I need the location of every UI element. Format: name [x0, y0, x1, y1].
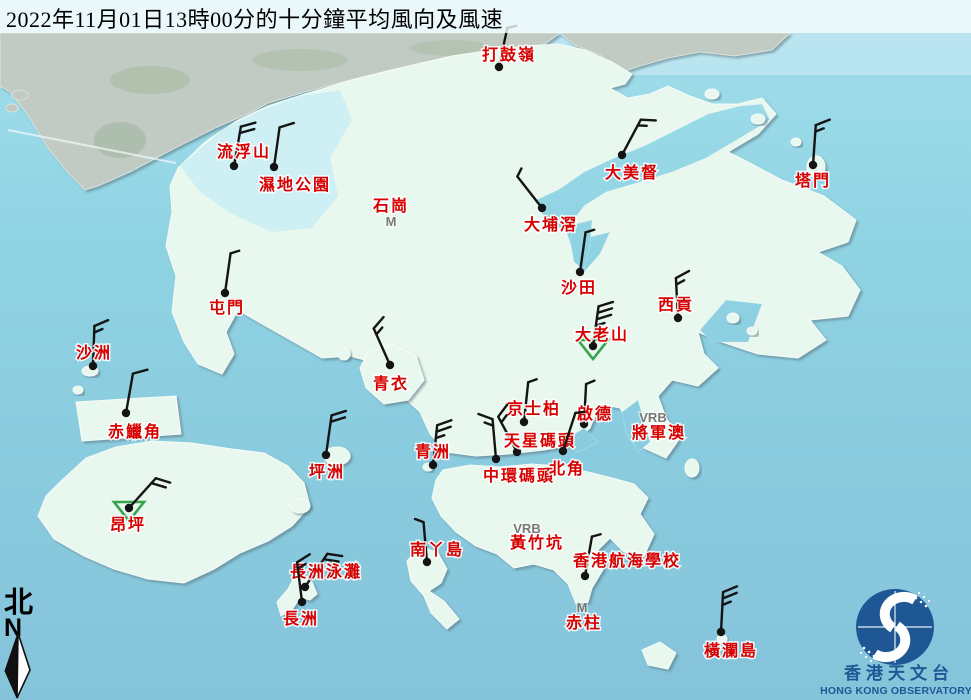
station-dot	[576, 268, 584, 276]
station-dot	[298, 598, 306, 606]
hk-wind-map: 打鼓嶺流浮山濕地公園石崗M大埔滘大美督塔門屯門沙洲赤鱲角青衣坪洲沙田西貢大老山京…	[0, 0, 971, 700]
station-dot	[492, 455, 500, 463]
station-label: 橫瀾島	[704, 641, 758, 660]
station-dot	[125, 504, 133, 512]
station-label: 青衣	[373, 374, 409, 393]
station-dot	[221, 289, 229, 297]
station-label: 青洲	[415, 442, 451, 461]
station-label: 大埔滘	[524, 215, 578, 234]
station-dot	[423, 558, 431, 566]
station-label: 北角	[549, 459, 585, 478]
station-dot	[322, 451, 330, 459]
station-flag-m: M	[577, 600, 588, 615]
station-label: 啟德	[577, 404, 613, 423]
station-label: 西貢	[658, 296, 694, 314]
station-dot	[538, 204, 546, 212]
wind-barb	[641, 120, 656, 121]
station-label: 昂坪	[110, 516, 146, 534]
wind-barb	[575, 412, 584, 413]
station-dot	[122, 409, 130, 417]
station-dot	[618, 151, 626, 159]
hei-ling-chau-island	[290, 499, 310, 513]
station-label: 將軍澳	[632, 423, 686, 442]
station-label: 大老山	[575, 325, 629, 344]
station-dot	[717, 628, 725, 636]
station-dot	[270, 163, 278, 171]
station-label: 濕地公園	[259, 175, 331, 194]
station-flag-vrb: VRB	[513, 521, 540, 536]
station-label: 流浮山	[217, 142, 271, 161]
station-dot	[674, 314, 682, 322]
tung-lung-island	[685, 459, 699, 477]
station-label: 長洲	[283, 610, 319, 628]
station-label: 赤柱	[566, 613, 602, 632]
station-label: 打鼓嶺	[482, 45, 536, 64]
station-label: 南丫島	[410, 540, 464, 559]
station-label: 塔門	[795, 171, 831, 190]
station-flag-m: M	[386, 214, 397, 229]
station-dot	[495, 63, 503, 71]
hko-logo-name-cn: 香港天文台	[844, 663, 954, 683]
station-label: 赤鱲角	[108, 422, 162, 441]
station-flag-vrb: VRB	[639, 410, 666, 425]
station-label: 坪洲	[309, 463, 345, 481]
station-label: 石崗	[372, 196, 409, 215]
station-label: 香港航海學校	[572, 551, 681, 570]
station-dot	[581, 572, 589, 580]
hk-wind-map-page: 打鼓嶺流浮山濕地公園石崗M大埔滘大美督塔門屯門沙洲赤鱲角青衣坪洲沙田西貢大老山京…	[0, 0, 971, 700]
station-dot	[809, 161, 817, 169]
station-label: 長洲泳灘	[290, 562, 362, 581]
station-label: 中環碼頭	[483, 466, 555, 485]
station-label: 大美督	[605, 163, 659, 182]
station-dot	[301, 583, 309, 591]
station-dot	[89, 362, 97, 370]
station-dot	[230, 162, 238, 170]
station-label: 沙田	[561, 279, 597, 297]
station-label: 屯門	[209, 298, 245, 317]
station-dot	[520, 418, 528, 426]
hko-logo-name-en: HONG KONG OBSERVATORY	[820, 685, 971, 697]
station-label: 京士柏	[507, 399, 561, 418]
station-dot	[386, 361, 394, 369]
station-dot	[559, 447, 567, 455]
station-label: 沙洲	[76, 344, 112, 362]
waglan-island-shape	[717, 635, 727, 643]
ma-wan-island	[338, 348, 350, 360]
station-dot	[429, 461, 437, 469]
page-title: 2022年11月01日13時00分的十分鐘平均風向及風速	[6, 2, 503, 34]
